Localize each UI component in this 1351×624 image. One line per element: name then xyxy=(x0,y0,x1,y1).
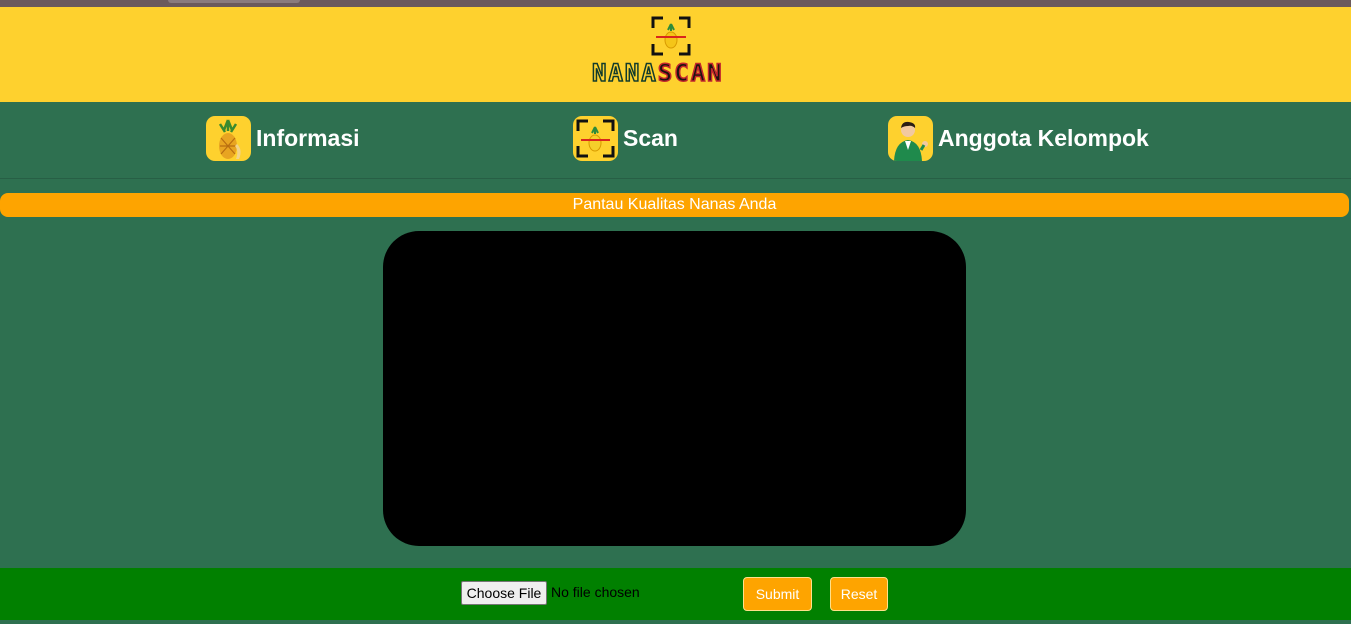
footer-controls xyxy=(0,568,1351,620)
file-status-text: No file chosen xyxy=(551,584,640,600)
nanascan-logo[interactable]: NANASCAN xyxy=(591,16,750,91)
banner-title: Pantau Kualitas Nanas Anda xyxy=(0,193,1349,217)
browser-top-bar xyxy=(0,0,1351,7)
submit-button[interactable]: Submit xyxy=(743,577,812,611)
browser-tab-edge xyxy=(168,0,300,3)
scan-frame-icon xyxy=(573,115,618,161)
nav-item-scan[interactable]: Scan xyxy=(573,115,678,161)
nav-label-scan: Scan xyxy=(623,124,678,151)
footer-bottom-strip xyxy=(0,620,1351,624)
choose-file-button[interactable]: Choose File xyxy=(461,581,547,605)
nav-item-anggota-kelompok[interactable]: Anggota Kelompok xyxy=(888,115,1149,161)
main-nav: Informasi Scan Anggota Kelompok xyxy=(0,102,1351,179)
camera-preview xyxy=(383,231,966,546)
nav-item-informasi[interactable]: Informasi xyxy=(206,115,360,161)
scan-frame-logo-icon xyxy=(651,16,691,56)
person-avatar-icon xyxy=(888,115,933,161)
pineapple-icon xyxy=(206,115,251,161)
nav-label-informasi: Informasi xyxy=(256,124,360,151)
logo-wordmark: NANASCAN xyxy=(591,58,750,88)
logo-word-scan: SCAN xyxy=(657,58,724,88)
nav-label-anggota-kelompok: Anggota Kelompok xyxy=(938,124,1149,151)
reset-button[interactable]: Reset xyxy=(830,577,888,611)
logo-word-nana: NANA xyxy=(591,58,658,88)
